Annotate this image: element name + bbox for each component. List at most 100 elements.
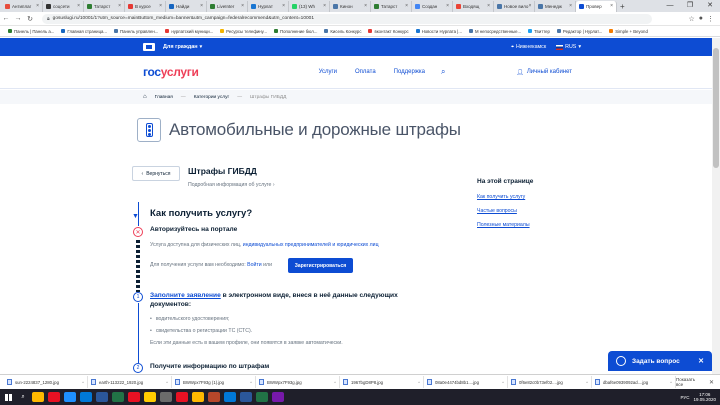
- taskbar-app-icon[interactable]: [192, 392, 204, 402]
- nav-support[interactable]: Поддержка: [394, 69, 425, 75]
- browser-tab[interactable]: соцсети ×: [43, 0, 84, 12]
- download-item[interactable]: sun-2224837_1280.jpg ^: [4, 376, 88, 388]
- minimize-button[interactable]: —: [660, 0, 680, 12]
- url-input[interactable]: 🔒︎ gosuslugi.ru/10001/1?utm_source=mainB…: [42, 13, 652, 24]
- close-tab-icon[interactable]: ×: [159, 3, 162, 9]
- close-icon[interactable]: ✕: [698, 357, 704, 365]
- register-button[interactable]: Зарегистрироваться: [288, 258, 353, 273]
- maximize-button[interactable]: ❐: [680, 0, 700, 12]
- close-tab-icon[interactable]: ×: [405, 3, 408, 9]
- browser-tab[interactable]: Новое вило ×: [494, 0, 535, 12]
- reload-icon[interactable]: ↻: [24, 15, 36, 23]
- forward-arrow-icon[interactable]: →: [12, 15, 24, 22]
- nav-services[interactable]: Услуги: [319, 69, 337, 75]
- taskbar-app-icon[interactable]: [32, 392, 44, 402]
- bookmark-item[interactable]: вконтакт Конкурс: [368, 29, 409, 34]
- close-tab-icon[interactable]: ×: [528, 3, 531, 9]
- browser-tab[interactable]: (13) Wh ×: [289, 0, 330, 12]
- taskbar-app-icon[interactable]: [256, 392, 268, 402]
- sidebar-link-how-to-get[interactable]: Как получить услугу: [477, 194, 525, 200]
- chevron-up-icon[interactable]: ^: [82, 380, 84, 385]
- taskbar-app-icon[interactable]: [272, 392, 284, 402]
- breadcrumb-category[interactable]: Категории услуг: [194, 95, 230, 100]
- close-tab-icon[interactable]: ×: [610, 3, 613, 9]
- close-tab-icon[interactable]: ×: [446, 3, 449, 9]
- download-item[interactable]: dbaf6e0939092ad....jpg ^: [592, 376, 676, 388]
- service-details-link[interactable]: Подробная информация об услуге ›: [188, 182, 275, 188]
- close-window-button[interactable]: ✕: [700, 0, 720, 12]
- scrollbar-thumb[interactable]: [713, 48, 719, 168]
- download-item[interactable]: BWWpx7F93g (1).jpg ^: [172, 376, 256, 388]
- language-selector[interactable]: RUS ▾: [556, 44, 581, 50]
- close-tab-icon[interactable]: ×: [282, 3, 285, 9]
- location-selector[interactable]: ⌖ Нижнекамск: [511, 44, 546, 51]
- close-icon[interactable]: ✕: [709, 379, 714, 386]
- show-all-downloads-button[interactable]: Показать все: [676, 377, 701, 387]
- bookmark-item[interactable]: Кисель Конкурс: [324, 29, 361, 34]
- chevron-up-icon[interactable]: ^: [166, 380, 168, 385]
- taskbar-app-icon[interactable]: [224, 392, 236, 402]
- bookmark-item[interactable]: Новости Нурлата |...: [415, 29, 462, 34]
- download-item[interactable]: BWWpx7F93g.jpg ^: [256, 376, 340, 388]
- fill-application-link[interactable]: Заполните заявление: [150, 292, 221, 299]
- download-item[interactable]: 08a0e4474bd8b1....jpg ^: [424, 376, 508, 388]
- gosuslugi-logo[interactable]: госуслуги: [143, 65, 199, 79]
- bookmark-item[interactable]: М непосредственные...: [468, 29, 521, 34]
- entities-link[interactable]: индивидуальных предпринимателей и юридич…: [243, 242, 379, 248]
- browser-tab[interactable]: Нурлат ×: [248, 0, 289, 12]
- close-tab-icon[interactable]: ×: [36, 3, 39, 9]
- bookmark-item[interactable]: нурлатский муници...: [165, 29, 213, 34]
- close-tab-icon[interactable]: ×: [323, 3, 326, 9]
- browser-tab[interactable]: Найди ×: [166, 0, 207, 12]
- chevron-up-icon[interactable]: ^: [334, 380, 336, 385]
- bookmark-item[interactable]: Simple + Beyond: [609, 29, 648, 34]
- back-button[interactable]: ‹ Вернуться: [132, 166, 180, 181]
- chevron-up-icon[interactable]: ^: [250, 380, 252, 385]
- menu-icon[interactable]: ⋮: [707, 15, 714, 23]
- sidebar-link-faq[interactable]: Частые вопросы: [477, 208, 517, 214]
- nav-payment[interactable]: Оплата: [355, 69, 376, 75]
- taskbar-app-icon[interactable]: [80, 392, 92, 402]
- browser-tab[interactable]: Менедж ×: [535, 0, 576, 12]
- profile-icon[interactable]: ●: [699, 15, 703, 23]
- login-link[interactable]: Войти: [247, 262, 262, 268]
- taskbar-app-icon[interactable]: [208, 392, 220, 402]
- taskbar-app-icon[interactable]: [144, 392, 156, 402]
- browser-tab[interactable]: Кинон ×: [330, 0, 371, 12]
- bookmark-item[interactable]: Ресурсы телефину...: [220, 29, 267, 34]
- ask-question-widget[interactable]: Задать вопрос ✕: [608, 351, 712, 371]
- browser-tab[interactable]: В курсе ×: [125, 0, 166, 12]
- browser-tab[interactable]: Татарст ×: [84, 0, 125, 12]
- home-icon[interactable]: ⌂: [143, 94, 147, 100]
- close-tab-icon[interactable]: ×: [200, 3, 203, 9]
- taskbar-app-icon[interactable]: [112, 392, 124, 402]
- close-tab-icon[interactable]: ×: [569, 3, 572, 9]
- bookmark-item[interactable]: Пополнение бюл...: [273, 29, 317, 34]
- taskbar-app-icon[interactable]: [64, 392, 76, 402]
- taskbar-app-icon[interactable]: [176, 392, 188, 402]
- chevron-up-icon[interactable]: ^: [586, 380, 588, 385]
- page-scrollbar[interactable]: [712, 38, 720, 374]
- browser-tab[interactable]: Провер ×: [576, 0, 617, 12]
- browser-tab[interactable]: Антиплаг ×: [2, 0, 43, 12]
- taskbar-app-icon[interactable]: [160, 392, 172, 402]
- browser-tab[interactable]: Татарст ×: [371, 0, 412, 12]
- download-item[interactable]: 1967bgD8P8.jpg ^: [340, 376, 424, 388]
- search-icon[interactable]: ⌕: [16, 394, 30, 401]
- close-tab-icon[interactable]: ×: [364, 3, 367, 9]
- bookmark-item[interactable]: Панель | Панель а...: [8, 29, 54, 34]
- download-item[interactable]: earth-113222_1920.jpg ^: [88, 376, 172, 388]
- language-indicator[interactable]: РУС: [680, 395, 689, 400]
- search-icon[interactable]: ⌕: [441, 67, 445, 77]
- close-tab-icon[interactable]: ×: [241, 3, 244, 9]
- new-tab-button[interactable]: +: [620, 2, 625, 11]
- bookmark-item[interactable]: Панель управлен...: [114, 29, 158, 34]
- close-tab-icon[interactable]: ×: [487, 3, 490, 9]
- breadcrumb-home[interactable]: Главная: [155, 95, 173, 100]
- browser-tab[interactable]: Создан ×: [412, 0, 453, 12]
- windows-start-icon[interactable]: [0, 389, 16, 405]
- taskbar-app-icon[interactable]: [128, 392, 140, 402]
- chevron-up-icon[interactable]: ^: [502, 380, 504, 385]
- taskbar-app-icon[interactable]: [240, 392, 252, 402]
- close-tab-icon[interactable]: ×: [77, 3, 80, 9]
